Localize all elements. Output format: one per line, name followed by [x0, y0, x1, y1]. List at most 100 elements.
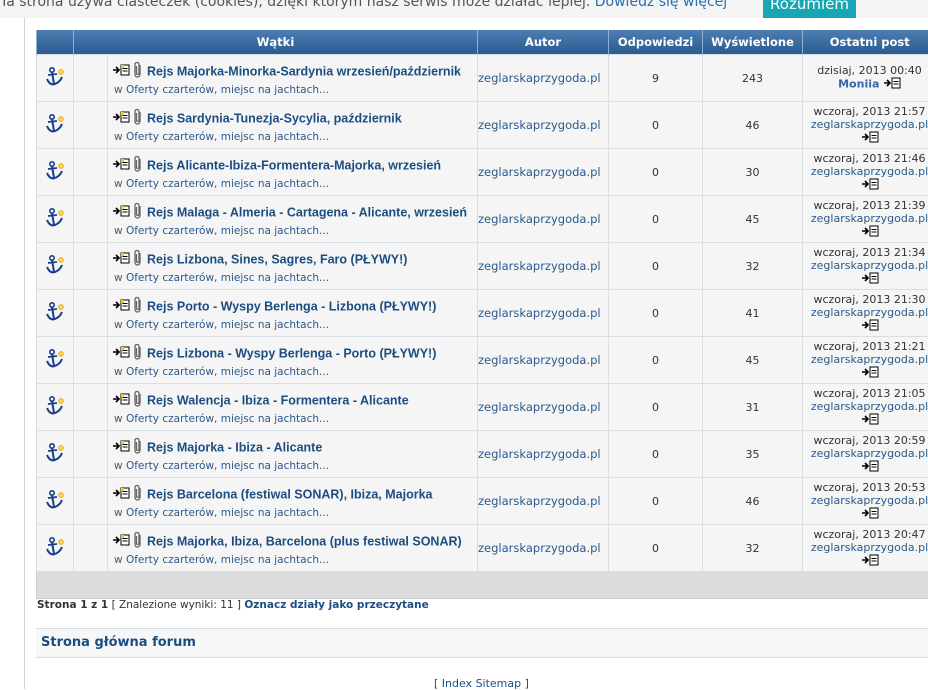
goto-last-post-icon[interactable]	[861, 225, 879, 240]
topic-title-line: Rejs Lizbona, Sines, Sagres, Faro (PŁYWY…	[108, 249, 477, 270]
forum-link[interactable]: Oferty czarterów, miejsc na jachtach...	[126, 413, 329, 425]
topic-title-link[interactable]: Rejs Malaga - Almeria - Cartagena - Alic…	[147, 205, 467, 219]
last-post-goto-line	[803, 460, 928, 475]
topic-extra-cell	[74, 525, 108, 572]
topic-title-link[interactable]: Rejs Majorka-Minorka-Sardynia wrzesień/p…	[147, 64, 461, 78]
new-post-icon[interactable]	[112, 158, 130, 173]
new-post-icon[interactable]	[112, 205, 130, 220]
new-post-icon[interactable]	[112, 440, 130, 455]
paperclip-icon	[132, 437, 144, 458]
author-link[interactable]: zeglarskaprzygoda.pl	[478, 71, 601, 85]
forum-prefix: w	[114, 413, 123, 425]
goto-last-post-icon[interactable]	[861, 507, 879, 522]
forum-link[interactable]: Oferty czarterów, miejsc na jachtach...	[126, 460, 329, 472]
topic-title-link[interactable]: Rejs Majorka - Ibiza - Alicante	[147, 440, 322, 454]
topic-status-cell	[37, 290, 74, 337]
topic-status-cell	[37, 478, 74, 525]
last-post-user-link[interactable]: zeglarskaprzygoda.pl	[811, 494, 928, 507]
replies-count: 0	[609, 102, 703, 149]
author-link[interactable]: zeglarskaprzygoda.pl	[478, 165, 601, 179]
last-post-user-link[interactable]: zeglarskaprzygoda.pl	[811, 541, 928, 554]
new-post-icon[interactable]	[112, 111, 130, 126]
new-post-icon[interactable]	[112, 346, 130, 361]
forum-home-link[interactable]: Strona główna forum	[41, 635, 196, 650]
mark-forums-read-link[interactable]: Oznacz działy jako przeczytane	[244, 599, 428, 611]
last-post-user-link[interactable]: zeglarskaprzygoda.pl	[811, 400, 928, 413]
topic-cell: Rejs Malaga - Almeria - Cartagena - Alic…	[108, 196, 478, 243]
author-link[interactable]: zeglarskaprzygoda.pl	[478, 306, 601, 320]
last-post-user-link[interactable]: zeglarskaprzygoda.pl	[811, 447, 928, 460]
topic-title-link[interactable]: Rejs Barcelona (festiwal SONAR), Ibiza, …	[147, 487, 433, 501]
forum-link[interactable]: Oferty czarterów, miejsc na jachtach...	[126, 178, 329, 190]
new-post-icon[interactable]	[112, 64, 130, 79]
goto-last-post-icon[interactable]	[861, 178, 879, 193]
last-post-user-link[interactable]: zeglarskaprzygoda.pl	[811, 165, 928, 178]
goto-last-post-icon[interactable]	[861, 272, 879, 287]
topic-title-link[interactable]: Rejs Lizbona - Wyspy Berlenga - Porto (P…	[147, 346, 436, 360]
replies-count: 9	[609, 55, 703, 102]
last-post-goto-line	[803, 131, 928, 146]
topic-title-link[interactable]: Rejs Majorka, Ibiza, Barcelona (plus fes…	[147, 534, 462, 548]
author-link[interactable]: zeglarskaprzygoda.pl	[478, 541, 601, 555]
topic-title-link[interactable]: Rejs Sardynia-Tunezja-Sycylia, październ…	[147, 111, 402, 125]
last-post-user-link[interactable]: zeglarskaprzygoda.pl	[811, 306, 928, 319]
cookie-bar: Ta strona używa ciasteczek (cookies), dz…	[0, 0, 928, 18]
author-link[interactable]: zeglarskaprzygoda.pl	[478, 118, 601, 132]
last-post-cell: wczoraj, 2013 21:30zeglarskaprzygoda.pl	[803, 290, 928, 337]
goto-last-post-icon[interactable]	[861, 131, 879, 146]
forum-prefix: w	[114, 319, 123, 331]
new-post-icon[interactable]	[112, 252, 130, 267]
author-link[interactable]: zeglarskaprzygoda.pl	[478, 353, 601, 367]
last-post-user-link[interactable]: Moniia	[838, 78, 879, 91]
goto-last-post-icon[interactable]	[861, 460, 879, 475]
last-post-user-link[interactable]: zeglarskaprzygoda.pl	[811, 353, 928, 366]
author-link[interactable]: zeglarskaprzygoda.pl	[478, 494, 601, 508]
table-footer-cell	[37, 572, 928, 599]
index-sitemap-link[interactable]: [ Index Sitemap ]	[434, 677, 529, 690]
topic-title-link[interactable]: Rejs Lizbona, Sines, Sagres, Faro (PŁYWY…	[147, 252, 407, 266]
forum-link[interactable]: Oferty czarterów, miejsc na jachtach...	[126, 507, 329, 519]
author-link[interactable]: zeglarskaprzygoda.pl	[478, 400, 601, 414]
forum-link[interactable]: Oferty czarterów, miejsc na jachtach...	[126, 554, 329, 566]
goto-last-post-icon[interactable]	[861, 554, 879, 569]
author-link[interactable]: zeglarskaprzygoda.pl	[478, 447, 601, 461]
last-post-date: wczoraj, 2013 21:46	[803, 152, 928, 165]
views-count: 30	[703, 149, 803, 196]
goto-last-post-icon[interactable]	[861, 319, 879, 334]
cookie-learn-more-link[interactable]: Dowiedz się więcej	[595, 0, 727, 10]
table-header-row: Wątki Autor Odpowiedzi Wyświetlone Ostat…	[37, 30, 928, 55]
topic-title-link[interactable]: Rejs Alicante-Ibiza-Formentera-Majorka, …	[147, 158, 441, 172]
anchor-icon	[45, 548, 65, 561]
forum-link[interactable]: Oferty czarterów, miejsc na jachtach...	[126, 131, 329, 143]
new-post-icon[interactable]	[112, 299, 130, 314]
new-post-icon[interactable]	[112, 487, 130, 502]
last-post-user-link[interactable]: zeglarskaprzygoda.pl	[811, 118, 928, 131]
last-post-user-link[interactable]: zeglarskaprzygoda.pl	[811, 212, 928, 225]
last-post-date: wczoraj, 2013 21:05	[803, 387, 928, 400]
last-post-user-line: zeglarskaprzygoda.pl	[803, 165, 928, 178]
cookie-accept-button[interactable]: Rozumiem	[763, 0, 856, 18]
goto-last-post-icon[interactable]	[861, 413, 879, 428]
forum-link[interactable]: Oferty czarterów, miejsc na jachtach...	[126, 366, 329, 378]
topic-extra-cell	[74, 149, 108, 196]
new-post-icon[interactable]	[112, 534, 130, 549]
paperclip-icon	[132, 343, 144, 364]
topic-title-link[interactable]: Rejs Walencja - Ibiza - Formentera - Ali…	[147, 393, 409, 407]
goto-last-post-icon[interactable]	[883, 77, 901, 92]
last-post-user-line: zeglarskaprzygoda.pl	[803, 353, 928, 366]
last-post-user-link[interactable]: zeglarskaprzygoda.pl	[811, 259, 928, 272]
last-post-cell: wczoraj, 2013 21:34zeglarskaprzygoda.pl	[803, 243, 928, 290]
author-link[interactable]: zeglarskaprzygoda.pl	[478, 259, 601, 273]
new-post-icon[interactable]	[112, 393, 130, 408]
goto-last-post-icon[interactable]	[861, 366, 879, 381]
topic-title-link[interactable]: Rejs Porto - Wyspy Berlenga - Lizbona (P…	[147, 299, 436, 313]
author-cell: zeglarskaprzygoda.pl	[478, 478, 609, 525]
forum-link[interactable]: Oferty czarterów, miejsc na jachtach...	[126, 272, 329, 284]
author-link[interactable]: zeglarskaprzygoda.pl	[478, 212, 601, 226]
results-count: [ Znalezione wyniki: 11 ]	[112, 599, 241, 611]
forum-prefix: w	[114, 507, 123, 519]
forum-link[interactable]: Oferty czarterów, miejsc na jachtach...	[126, 319, 329, 331]
header-author: Autor	[478, 30, 609, 55]
forum-link[interactable]: Oferty czarterów, miejsc na jachtach...	[126, 84, 329, 96]
forum-link[interactable]: Oferty czarterów, miejsc na jachtach...	[126, 225, 329, 237]
